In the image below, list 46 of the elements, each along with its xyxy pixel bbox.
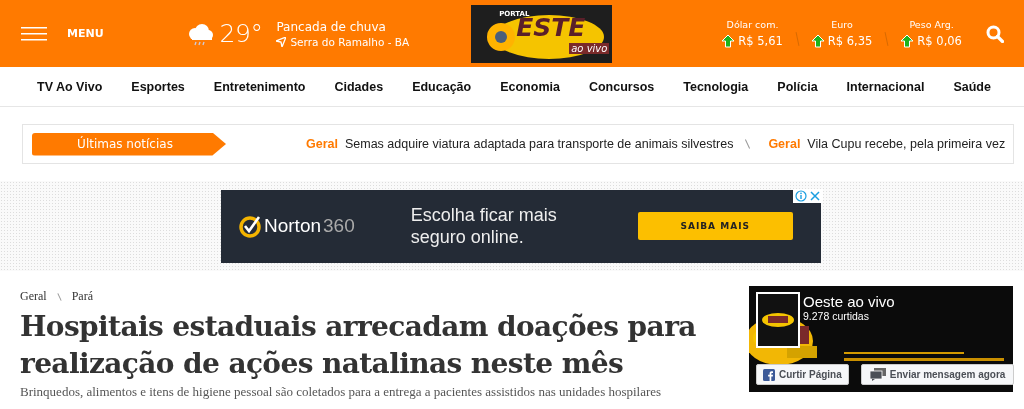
facebook-icon <box>763 368 775 381</box>
info-icon <box>795 189 807 202</box>
article-subtitle: Brinquedos, alimentos e itens de higiene pessoal são coletados para a entrega a pacientes assistidos nas unidades hospilares <box>20 384 663 399</box>
send-message-button[interactable]: Enviar mensagem agora <box>860 364 1015 385</box>
search-icon <box>986 24 1004 43</box>
nav-link[interactable]: Internacional <box>846 79 925 94</box>
currency-name: Euro <box>831 19 853 30</box>
ad-text: Escolha ficar mais seguro online. <box>410 203 558 249</box>
page-name-link[interactable]: Oeste ao vivo <box>803 293 895 310</box>
currency-value: R$ 6,35 <box>827 34 873 48</box>
ticker-label: Últimas notícias <box>32 132 226 156</box>
brand-name: Norton <box>264 215 322 237</box>
ad-banner[interactable]: Norton 360 Escolha ficar mais seguro online. SAIBA MAIS <box>221 189 821 263</box>
nav-link[interactable]: Educação <box>412 79 472 94</box>
nav-link[interactable]: Polícia <box>777 79 818 94</box>
cta-button[interactable]: SAIBA MAIS <box>637 212 793 240</box>
nav-link[interactable]: Saúde <box>953 79 991 94</box>
nav-link[interactable]: TV Ao Vivo <box>37 79 103 94</box>
weather-condition: Pancada de chuva <box>276 19 387 34</box>
nav-link[interactable]: Economia <box>500 79 560 94</box>
nav-link[interactable]: Tecnologia <box>683 79 749 94</box>
news-headline-link[interactable]: Vila Cupu recebe, pela primeira vez <box>807 137 1006 151</box>
breadcrumb-link[interactable]: Pará <box>71 289 93 304</box>
logo-thumbnail-icon <box>756 292 800 348</box>
currency-name: Dólar com. <box>726 19 779 30</box>
search-button[interactable] <box>986 24 1004 43</box>
checkmark-badge-icon <box>238 214 262 238</box>
temperature-text: 29° <box>219 19 263 48</box>
nav-link[interactable]: Concursos <box>588 79 655 94</box>
currency-value: R$ 0,06 <box>917 34 962 48</box>
brand-suffix: 360 <box>323 215 355 237</box>
like-page-button[interactable]: Curtir Página <box>756 364 849 385</box>
like-count: 9.278 curtidas <box>803 310 870 322</box>
nav-link[interactable]: Esportes <box>131 79 185 94</box>
chat-bubbles-icon <box>869 368 886 381</box>
article-title: Hospitais estaduais arrecadam doações para realização de ações natalinas neste mês <box>20 309 697 382</box>
currency-name: Peso Arg. <box>909 19 954 30</box>
close-icon <box>809 189 821 202</box>
menu-icon <box>21 25 47 42</box>
currency-value: R$ 5,61 <box>738 34 783 48</box>
nav-link[interactable]: Cidades <box>334 79 384 94</box>
news-headline-link[interactable]: Semas adquire viatura adaptada para transporte de animais silvestres <box>344 137 734 151</box>
nav-link[interactable]: Entretenimento <box>213 79 306 94</box>
location-text: Serra do Ramalho - BA <box>290 35 410 48</box>
location-arrow-icon <box>276 36 287 47</box>
breadcrumb-link[interactable]: Geral <box>20 289 47 304</box>
